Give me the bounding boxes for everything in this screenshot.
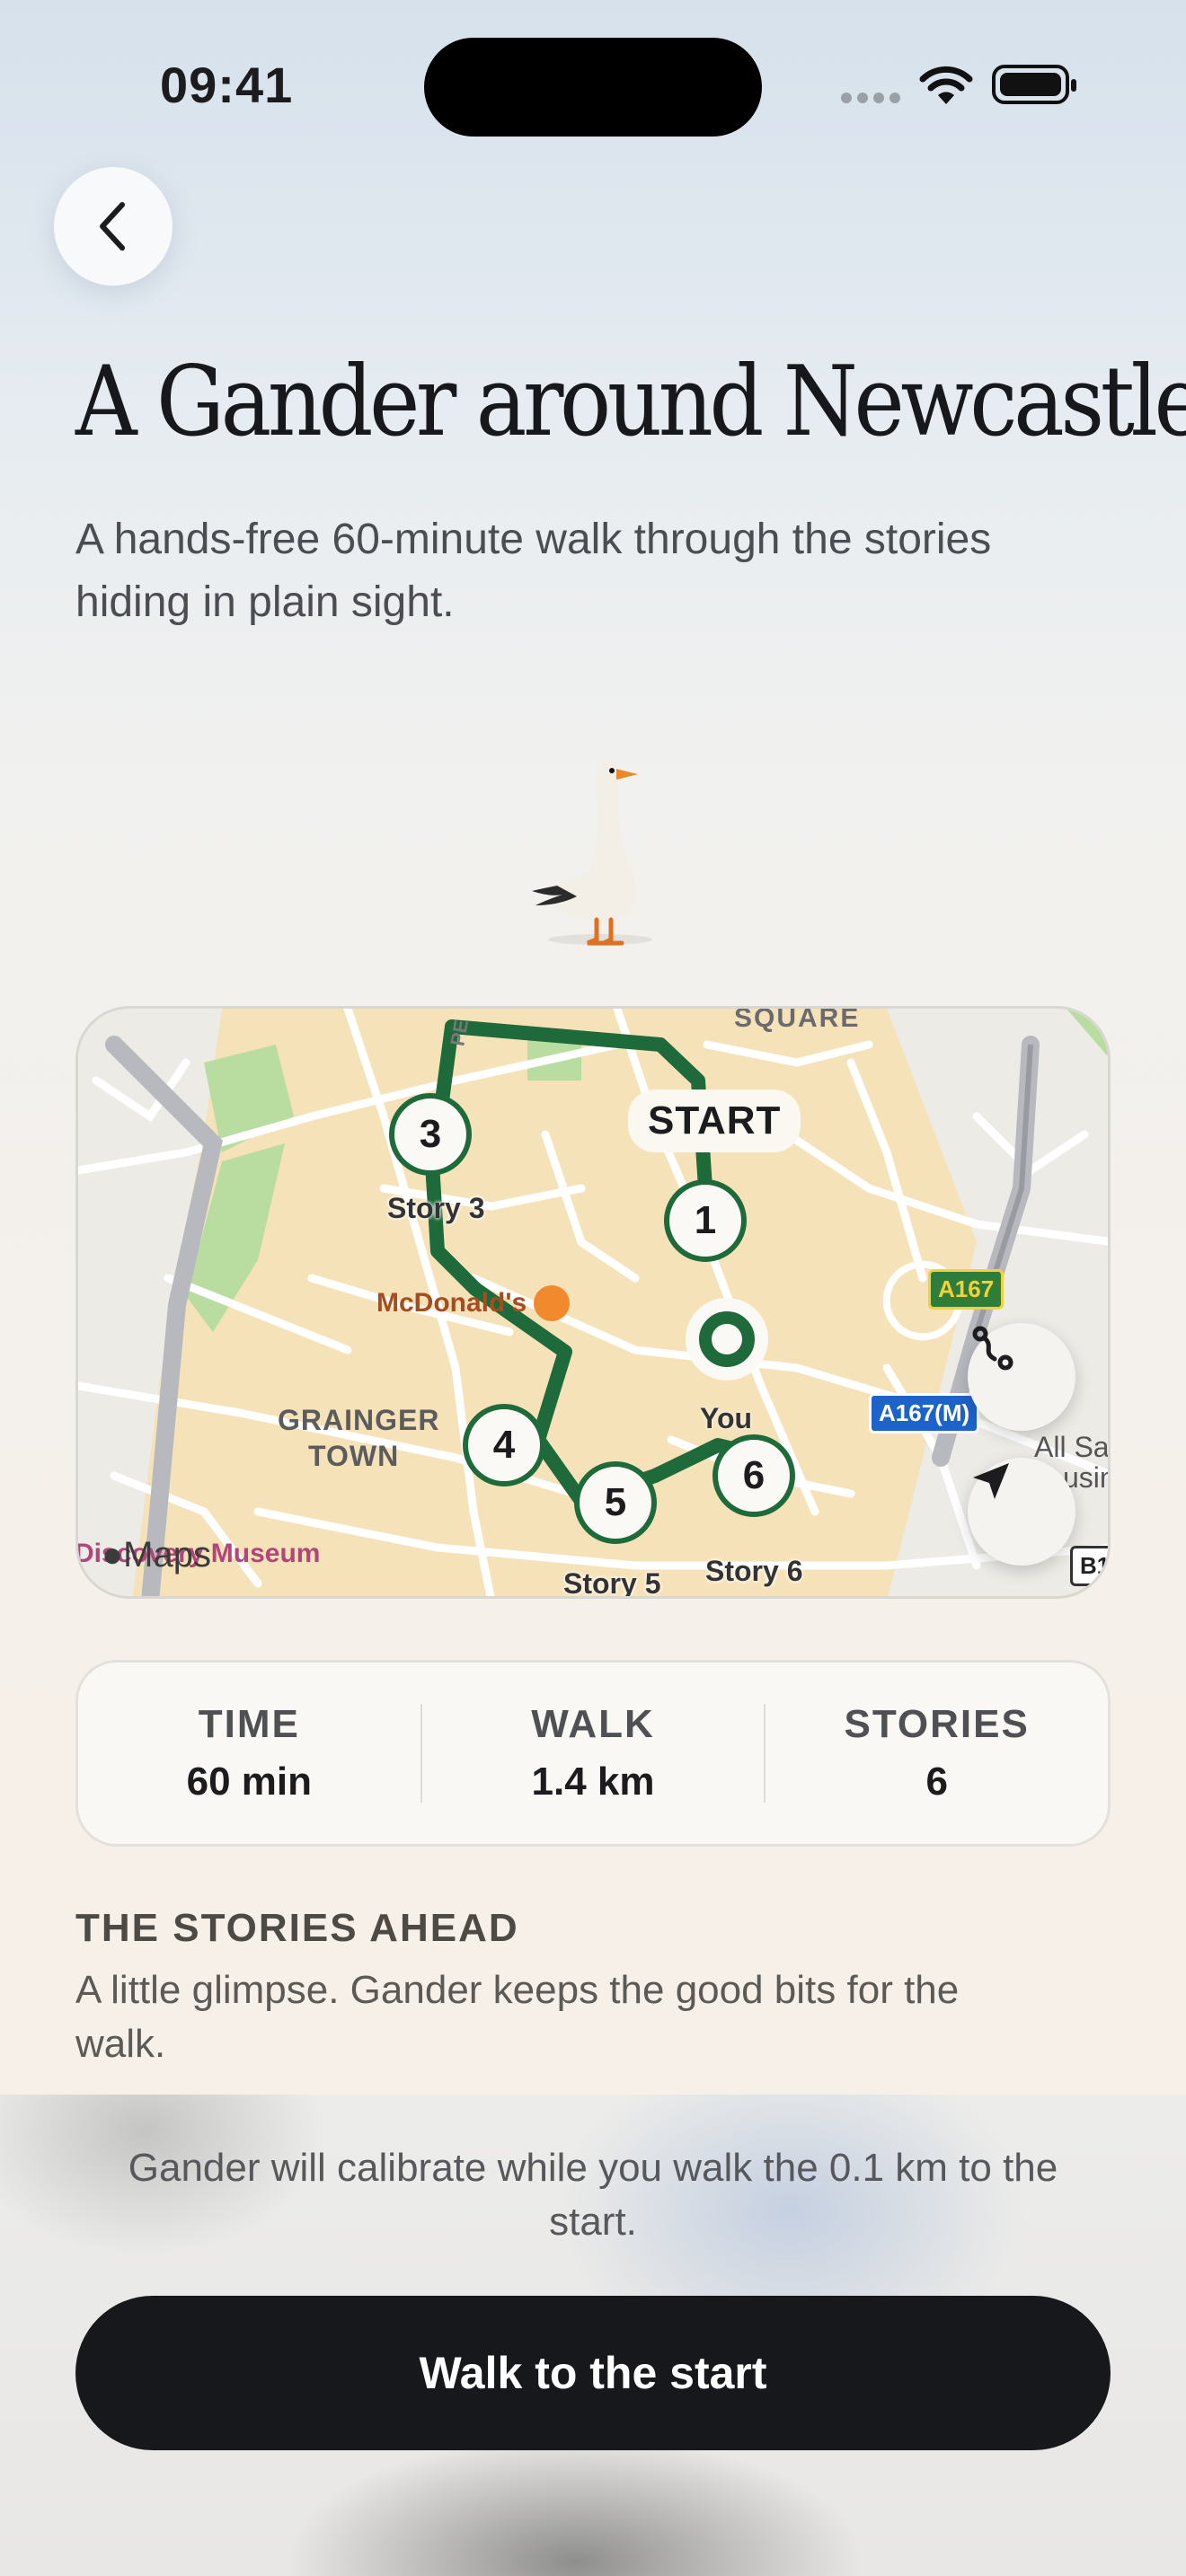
stat-walk: WALK 1.4 km	[422, 1702, 765, 1804]
status-bar: 09:41	[0, 0, 1186, 171]
stat-time-label: TIME	[198, 1702, 300, 1746]
dynamic-island	[424, 38, 762, 137]
maps-attribution: ●Maps	[102, 1535, 211, 1575]
mcdonalds-label: McDonald's	[376, 1288, 527, 1318]
route-overview-button[interactable]	[968, 1323, 1075, 1431]
stat-walk-value: 1.4 km	[531, 1760, 655, 1804]
restaurant-pin-icon	[534, 1285, 571, 1321]
map-place-grainger-2: TOWN	[308, 1440, 400, 1472]
calibration-note: Gander will calibrate while you walk the…	[128, 2146, 1058, 2244]
stat-time: TIME 60 min	[78, 1702, 420, 1804]
back-button[interactable]	[54, 167, 173, 286]
stories-section-heading: THE STORIES AHEAD	[75, 1906, 519, 1950]
wifi-icon	[919, 66, 973, 104]
route-stop-3-label: Story 3	[387, 1192, 485, 1224]
route-stop-1[interactable]: 1	[664, 1179, 747, 1262]
status-time: 09:41	[160, 57, 294, 113]
route-stop-6-label: Story 6	[705, 1555, 803, 1587]
road-shield-a167: A167	[928, 1269, 1005, 1310]
apple-logo-icon: ●	[102, 1535, 124, 1575]
stop-number: 5	[604, 1480, 627, 1524]
route-stop-3[interactable]: 3	[389, 1093, 472, 1176]
stat-stories-value: 6	[925, 1760, 948, 1804]
page-title: A Gander around Newcastle	[75, 346, 1186, 458]
stat-time-value: 60 min	[186, 1760, 313, 1804]
map-place-grainger-1: GRAINGER	[278, 1404, 440, 1436]
user-location-marker	[686, 1298, 768, 1381]
chevron-left-icon	[100, 202, 125, 251]
maps-attribution-text: Maps	[123, 1535, 211, 1575]
map-place-mcdonalds: McDonald's	[376, 1285, 571, 1321]
stop-number: 1	[694, 1198, 717, 1242]
route-stop-5[interactable]: 5	[574, 1461, 657, 1544]
user-location-label: You	[700, 1402, 753, 1434]
stop-number: 4	[492, 1423, 516, 1467]
road-shield-a167m: A167(M)	[869, 1393, 980, 1434]
stop-number: 6	[742, 1453, 766, 1497]
goose-mascot-icon	[532, 760, 652, 946]
map-place-all-saints-1: All Sa	[1034, 1431, 1110, 1463]
location-arrow-icon	[973, 1463, 1009, 1499]
route-stop-6[interactable]: 6	[712, 1434, 795, 1517]
route-icon	[972, 1326, 1013, 1371]
locate-me-button[interactable]	[968, 1458, 1075, 1566]
page-subtitle: A hands-free 60-minute walk through the …	[75, 516, 992, 626]
route-start-label: START	[628, 1090, 801, 1152]
stat-walk-label: WALK	[531, 1702, 655, 1746]
stat-stories-label: STORIES	[844, 1702, 1030, 1746]
map-place-square: SQUARE	[734, 1006, 861, 1033]
cellular-signal-icon	[841, 92, 906, 108]
battery-icon	[992, 65, 1076, 104]
route-map[interactable]: SQUARE PE GRAINGER TOWN McDonald's Disco…	[75, 1006, 1111, 1599]
road-shield-b1: B1	[1070, 1546, 1108, 1586]
walk-to-start-button[interactable]: Walk to the start	[75, 2296, 1111, 2450]
stop-number: 3	[419, 1112, 442, 1156]
walk-stats-card: TIME 60 min WALK 1.4 km STORIES 6	[75, 1660, 1111, 1847]
bottom-action-panel: Gander will calibrate while you walk the…	[0, 2095, 1186, 2576]
stories-section-body: A little glimpse. Gander keeps the good …	[75, 1968, 960, 2066]
map-place-pe: PE	[446, 1018, 474, 1048]
stat-stories: STORIES 6	[766, 1702, 1108, 1804]
route-stop-5-label: Story 5	[563, 1567, 661, 1599]
route-stop-4[interactable]: 4	[463, 1404, 545, 1486]
